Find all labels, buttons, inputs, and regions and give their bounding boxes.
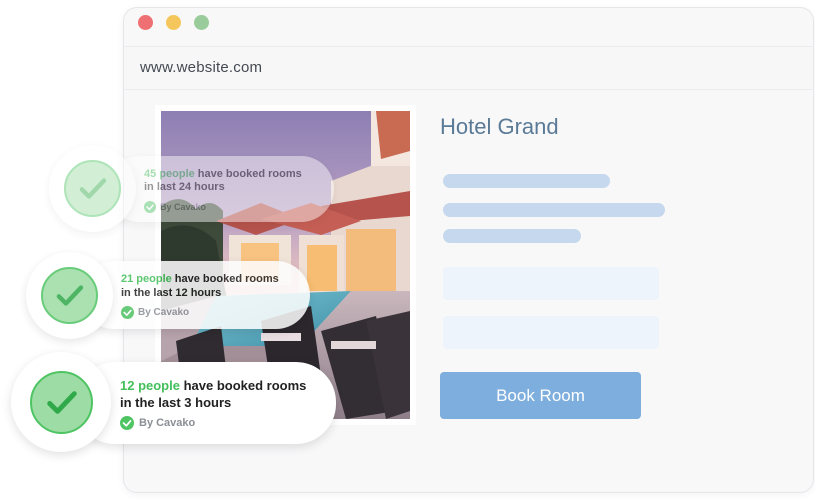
window-titlebar <box>124 8 813 38</box>
placeholder-text-line <box>443 203 665 217</box>
verified-check-icon <box>144 201 156 213</box>
maximize-window-button[interactable] <box>194 15 209 30</box>
notification-text: 12 people have booked rooms <box>120 378 307 393</box>
notification-timeframe: in last 24 hours <box>144 181 225 193</box>
notification-text: 45 people have booked rooms <box>144 168 302 180</box>
verified-check-icon <box>121 306 134 319</box>
booking-notification: 21 people have booked rooms in the last … <box>26 252 312 340</box>
booking-notification: 12 people have booked rooms in the last … <box>11 352 337 456</box>
notification-attribution: By Cavako <box>160 202 207 212</box>
verified-check-icon <box>120 416 134 430</box>
checkmark-icon <box>30 371 93 434</box>
booking-input-field[interactable] <box>443 316 659 349</box>
hotel-title: Hotel Grand <box>440 114 559 139</box>
close-window-button[interactable] <box>138 15 153 30</box>
checkmark-icon <box>64 160 121 217</box>
url-text: www.website.com <box>140 59 263 76</box>
booking-input-field[interactable] <box>443 267 659 300</box>
notification-attribution: By Cavako <box>139 417 196 429</box>
booking-notification: 45 people have booked rooms in last 24 h… <box>49 145 334 235</box>
placeholder-text-line <box>443 174 610 188</box>
minimize-window-button[interactable] <box>166 15 181 30</box>
checkmark-icon <box>41 267 98 324</box>
notification-text: 21 people have booked rooms <box>121 273 279 285</box>
placeholder-text-line <box>443 229 581 243</box>
notification-attribution: By Cavako <box>138 307 190 318</box>
notification-timeframe: in the last 3 hours <box>120 395 232 410</box>
book-room-button[interactable]: Book Room <box>440 372 641 419</box>
notification-timeframe: in the last 12 hours <box>121 287 222 299</box>
address-bar[interactable]: www.website.com <box>124 46 813 90</box>
